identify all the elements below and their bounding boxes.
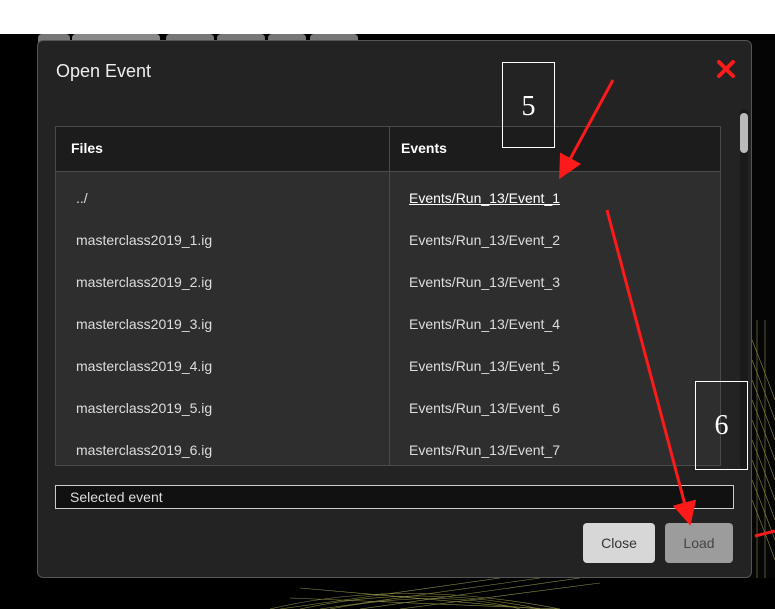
file-event-table: Files Events ../ Events/Run_13/Event_1 m…: [55, 126, 721, 466]
event-item[interactable]: Events/Run_13/Event_7: [409, 442, 560, 458]
table-row: masterclass2019_2.ig Events/Run_13/Event…: [56, 263, 720, 303]
table-row: masterclass2019_5.ig Events/Run_13/Event…: [56, 389, 720, 429]
file-item[interactable]: ../: [76, 190, 88, 206]
annotation-step-5: 5: [502, 62, 555, 148]
file-item[interactable]: masterclass2019_3.ig: [76, 316, 212, 332]
event-item[interactable]: Events/Run_13/Event_4: [409, 316, 560, 332]
event-item[interactable]: Events/Run_13/Event_6: [409, 400, 560, 416]
events-column-header: Events: [401, 140, 447, 156]
table-row: ../ Events/Run_13/Event_1: [56, 179, 720, 219]
table-row: masterclass2019_6.ig Events/Run_13/Event…: [56, 431, 720, 465]
event-display-background: [752, 40, 775, 609]
files-column-header: Files: [71, 140, 103, 156]
table-row: masterclass2019_3.ig Events/Run_13/Event…: [56, 305, 720, 345]
selected-event-label: Selected event: [70, 489, 163, 505]
file-item[interactable]: masterclass2019_4.ig: [76, 358, 212, 374]
dialog-title: Open Event: [56, 61, 152, 81]
event-item[interactable]: Events/Run_13/Event_5: [409, 358, 560, 374]
top-bar: [0, 0, 775, 34]
scrollbar-thumb[interactable]: [740, 113, 748, 153]
load-button[interactable]: Load: [665, 523, 733, 563]
event-item[interactable]: Events/Run_13/Event_2: [409, 232, 560, 248]
event-item[interactable]: Events/Run_13/Event_1: [409, 190, 560, 206]
detector-mesh-graphic: [752, 320, 775, 600]
file-item[interactable]: masterclass2019_2.ig: [76, 274, 212, 290]
close-x-icon[interactable]: [714, 57, 738, 81]
event-display-background-bottom: [0, 578, 775, 609]
open-event-dialog: Open Event Files Events ../ Events/Run_1…: [37, 40, 752, 578]
close-button[interactable]: Close: [583, 523, 655, 563]
detector-mesh-graphic: [269, 578, 601, 609]
file-item[interactable]: masterclass2019_5.ig: [76, 400, 212, 416]
table-row: masterclass2019_1.ig Events/Run_13/Event…: [56, 221, 720, 261]
file-item[interactable]: masterclass2019_6.ig: [76, 442, 212, 458]
table-row: masterclass2019_4.ig Events/Run_13/Event…: [56, 347, 720, 387]
event-item[interactable]: Events/Run_13/Event_3: [409, 274, 560, 290]
selected-event-field: Selected event: [55, 485, 734, 509]
file-item[interactable]: masterclass2019_1.ig: [76, 232, 212, 248]
annotation-step-6: 6: [695, 381, 748, 470]
